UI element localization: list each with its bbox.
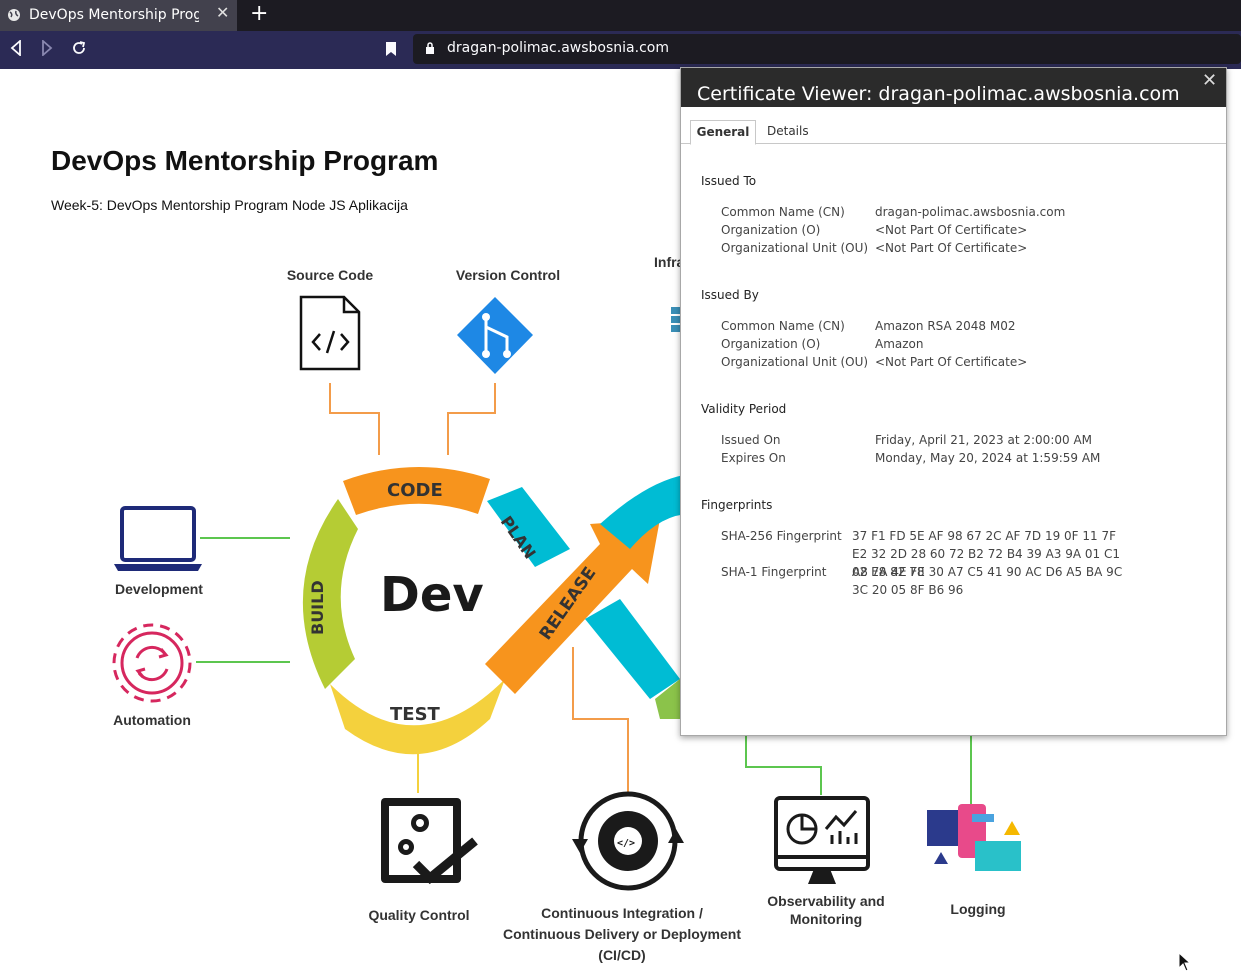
ops-arrow-bottom bbox=[585, 599, 680, 699]
mouse-cursor-icon bbox=[1178, 952, 1192, 972]
sha1-fingerprint-value: A8 7A 4E FE 30 A7 C5 41 90 AC D6 A5 BA 9… bbox=[852, 565, 1123, 597]
browser-tab-strip: DevOps Mentorship Program ✕ + bbox=[0, 0, 1241, 31]
observability-label-line: Observability and bbox=[767, 893, 885, 909]
version-control-label: Version Control bbox=[455, 267, 561, 283]
forward-icon[interactable] bbox=[40, 40, 54, 56]
observability-label-line: Monitoring bbox=[789, 911, 863, 927]
field-value: <Not Part Of Certificate> bbox=[875, 355, 1028, 369]
field-label: Common Name (CN) bbox=[721, 205, 845, 219]
issued-to-heading: Issued To bbox=[701, 174, 757, 188]
field-value: Monday, May 20, 2024 at 1:59:59 AM bbox=[875, 451, 1101, 465]
monitoring-icon bbox=[774, 796, 870, 884]
field-value: Amazon RSA 2048 M02 bbox=[875, 319, 1016, 333]
certificate-viewer-dialog: Certificate Viewer: dragan-polimac.awsbo… bbox=[680, 67, 1227, 736]
field-value: <Not Part Of Certificate> bbox=[875, 223, 1028, 237]
fingerprints-heading: Fingerprints bbox=[701, 498, 773, 512]
cicd-label-line: Continuous Integration / bbox=[541, 905, 703, 921]
lock-icon[interactable] bbox=[425, 42, 435, 55]
field-label: SHA-1 Fingerprint bbox=[721, 565, 827, 579]
field-label: Organization (O) bbox=[721, 337, 821, 351]
source-code-icon bbox=[299, 295, 361, 371]
server-icon bbox=[671, 307, 680, 332]
connector-line bbox=[329, 383, 380, 455]
quality-control-icon bbox=[381, 798, 478, 885]
source-code-label: Source Code bbox=[286, 267, 374, 283]
tab-title: DevOps Mentorship Program bbox=[29, 7, 199, 23]
cicd-label-line: (CI/CD) bbox=[598, 947, 646, 963]
validity-heading: Validity Period bbox=[701, 402, 787, 416]
connector-line bbox=[447, 383, 496, 455]
field-label: Organizational Unit (OU) bbox=[721, 241, 869, 255]
automation-gear-icon bbox=[112, 623, 192, 703]
cert-tabs: General Details bbox=[681, 107, 1226, 145]
close-icon[interactable]: ✕ bbox=[1202, 70, 1217, 91]
field-value: dragan-polimac.awsbosnia.com bbox=[875, 205, 1066, 219]
observability-label: Observability and Monitoring bbox=[756, 892, 896, 928]
code-label: CODE bbox=[387, 480, 443, 501]
connector-line bbox=[745, 734, 822, 795]
test-label: TEST bbox=[390, 704, 441, 725]
new-tab-button[interactable]: + bbox=[250, 1, 268, 26]
build-label: BUILD bbox=[308, 580, 327, 635]
issued-by-heading: Issued By bbox=[701, 288, 759, 302]
automation-label: Automation bbox=[113, 712, 191, 728]
reload-icon[interactable] bbox=[71, 40, 87, 56]
logging-icon bbox=[927, 804, 1021, 871]
address-bar[interactable]: dragan-polimac.awsbosnia.com bbox=[413, 34, 1241, 64]
field-value: Friday, April 21, 2023 at 2:00:00 AM bbox=[875, 433, 1093, 447]
quality-control-label: Quality Control bbox=[368, 907, 470, 923]
field-label: Issued On bbox=[721, 433, 781, 447]
browser-tab[interactable]: DevOps Mentorship Program ✕ bbox=[0, 0, 237, 31]
cicd-gear-icon: </> bbox=[572, 791, 684, 891]
field-value: Amazon bbox=[875, 337, 924, 351]
field-label: SHA-256 Fingerprint bbox=[721, 529, 842, 543]
svg-text:</>: </> bbox=[617, 838, 635, 849]
url-text[interactable]: dragan-polimac.awsbosnia.com bbox=[447, 40, 669, 56]
development-label: Development bbox=[115, 581, 203, 597]
field-label: Common Name (CN) bbox=[721, 319, 845, 333]
cert-title: Certificate Viewer: dragan-polimac.awsbo… bbox=[697, 83, 1180, 105]
tab-close-icon[interactable]: ✕ bbox=[216, 3, 229, 22]
back-icon[interactable] bbox=[9, 40, 23, 56]
cert-header: Certificate Viewer: dragan-polimac.awsbo… bbox=[681, 68, 1226, 107]
git-icon bbox=[457, 297, 533, 374]
browser-toolbar: dragan-polimac.awsbosnia.com bbox=[0, 31, 1241, 69]
field-value: <Not Part Of Certificate> bbox=[875, 241, 1028, 255]
globe-icon bbox=[8, 9, 20, 21]
field-label: Organizational Unit (OU) bbox=[721, 355, 869, 369]
dev-center-text: Dev bbox=[380, 567, 484, 623]
logging-label: Logging bbox=[950, 901, 1006, 917]
field-label: Expires On bbox=[721, 451, 786, 465]
tab-general[interactable]: General bbox=[690, 120, 756, 145]
bookmark-icon[interactable] bbox=[385, 41, 397, 57]
cicd-label-line: Continuous Delivery or Deployment bbox=[502, 926, 742, 942]
tab-details[interactable]: Details bbox=[767, 120, 809, 143]
connector-line bbox=[572, 647, 629, 793]
laptop-icon bbox=[114, 506, 202, 571]
field-label: Organization (O) bbox=[721, 223, 821, 237]
cicd-label: Continuous Integration / Continuous Deli… bbox=[497, 903, 747, 966]
